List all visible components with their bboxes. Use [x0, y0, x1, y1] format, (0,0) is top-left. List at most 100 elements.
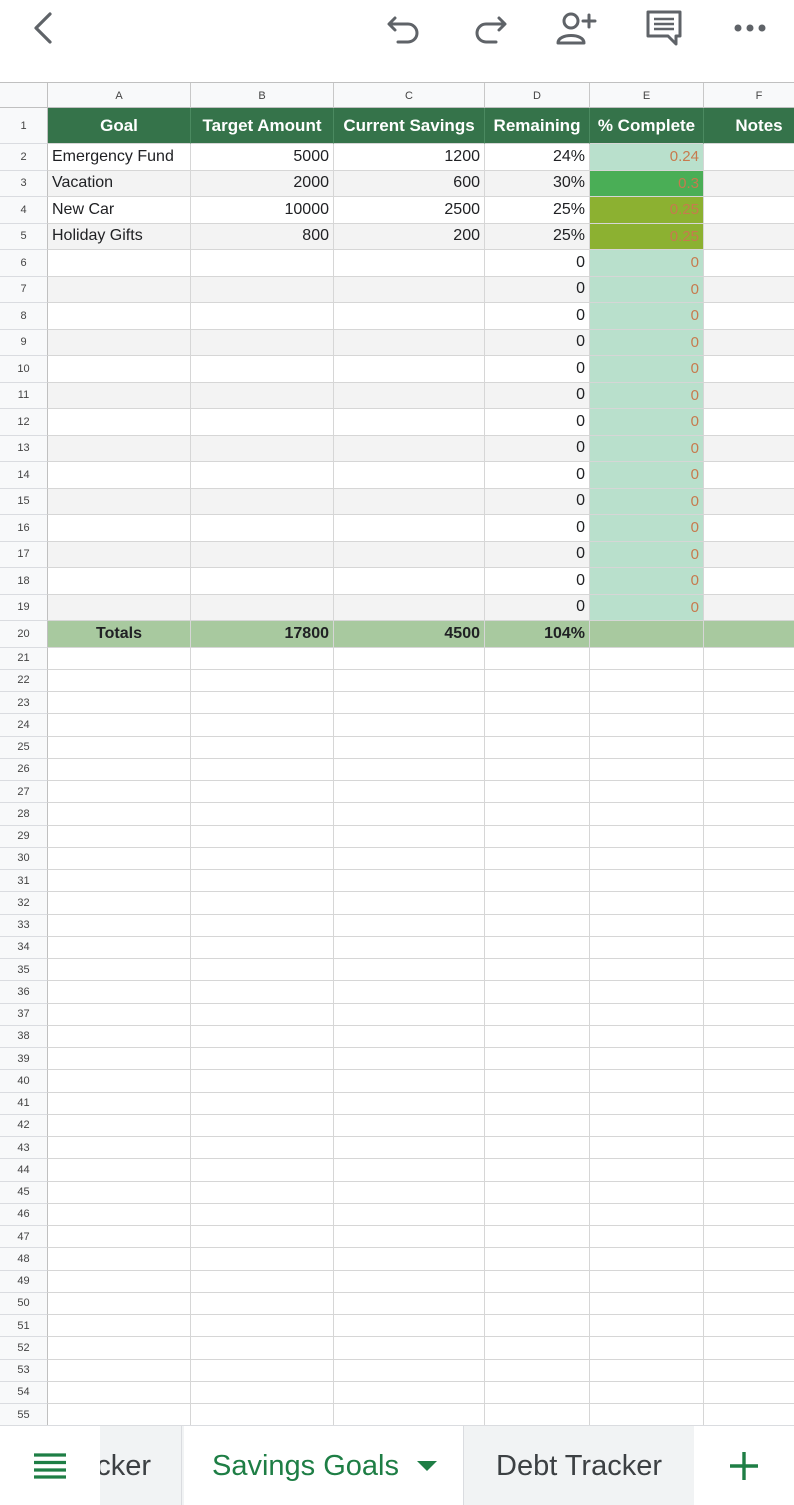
- empty-cell[interactable]: [48, 1359, 191, 1382]
- empty-cell[interactable]: [704, 959, 794, 982]
- empty-cell[interactable]: [334, 1092, 485, 1115]
- empty-cell[interactable]: [590, 1092, 704, 1115]
- empty-cell[interactable]: [191, 1248, 334, 1271]
- empty-cell[interactable]: [485, 870, 590, 893]
- cell-goal[interactable]: [48, 409, 191, 436]
- empty-cell[interactable]: [590, 1359, 704, 1382]
- empty-cell[interactable]: [590, 1315, 704, 1338]
- cell-current-savings[interactable]: [334, 303, 485, 330]
- cell-current-savings[interactable]: [334, 568, 485, 595]
- empty-cell[interactable]: [704, 981, 794, 1004]
- cell-target-amount[interactable]: [191, 409, 334, 436]
- cell-current-savings[interactable]: 1200: [334, 144, 485, 171]
- empty-cell[interactable]: [191, 1159, 334, 1182]
- row-header[interactable]: 38: [0, 1025, 48, 1048]
- cell-remaining[interactable]: 24%: [485, 144, 590, 171]
- empty-cell[interactable]: [704, 892, 794, 915]
- row-header[interactable]: 39: [0, 1048, 48, 1071]
- empty-cell[interactable]: [191, 959, 334, 982]
- row-header[interactable]: 9: [0, 329, 48, 356]
- empty-cell[interactable]: [590, 1181, 704, 1204]
- cell-remaining[interactable]: 25%: [485, 197, 590, 224]
- row-header[interactable]: 32: [0, 892, 48, 915]
- empty-cell[interactable]: [485, 892, 590, 915]
- cell-current-savings[interactable]: [334, 382, 485, 409]
- empty-cell[interactable]: [334, 1114, 485, 1137]
- empty-cell[interactable]: [191, 1114, 334, 1137]
- empty-cell[interactable]: [704, 870, 794, 893]
- empty-cell[interactable]: [48, 914, 191, 937]
- column-header-d[interactable]: D: [485, 83, 590, 108]
- empty-cell[interactable]: [704, 1026, 794, 1048]
- empty-cell[interactable]: [334, 1315, 485, 1338]
- cell-notes[interactable]: [704, 382, 794, 409]
- cell-target-amount[interactable]: [191, 329, 334, 356]
- select-all-corner[interactable]: [0, 83, 48, 108]
- cell-percent-complete[interactable]: 0: [590, 276, 704, 303]
- row-header[interactable]: 52: [0, 1337, 48, 1360]
- empty-cell[interactable]: [191, 758, 334, 781]
- row-header[interactable]: 55: [0, 1404, 48, 1425]
- row-header[interactable]: 30: [0, 847, 48, 870]
- empty-cell[interactable]: [704, 1404, 794, 1425]
- empty-cell[interactable]: [334, 825, 485, 848]
- empty-cell[interactable]: [590, 1025, 704, 1048]
- empty-cell[interactable]: [704, 848, 794, 870]
- empty-cell[interactable]: [48, 1292, 191, 1315]
- empty-cell[interactable]: [334, 1181, 485, 1204]
- row-header[interactable]: 37: [0, 1003, 48, 1026]
- cell-goal[interactable]: [48, 568, 191, 595]
- cell-current-savings[interactable]: [334, 515, 485, 542]
- empty-cell[interactable]: [590, 1137, 704, 1160]
- cell-goal[interactable]: [48, 276, 191, 303]
- column-header-a[interactable]: A: [48, 83, 191, 108]
- spreadsheet-grid[interactable]: A B C D E F 1 Goal Target Amount Current Sa…: [0, 82, 794, 1425]
- empty-cell[interactable]: [334, 914, 485, 937]
- cell-remaining[interactable]: 0: [485, 541, 590, 568]
- header-cell-notes[interactable]: Notes: [704, 108, 794, 144]
- empty-cell[interactable]: [191, 936, 334, 959]
- empty-cell[interactable]: [485, 736, 590, 759]
- empty-cell[interactable]: [48, 714, 191, 737]
- empty-cell[interactable]: [704, 1248, 794, 1271]
- cell-notes[interactable]: [704, 329, 794, 356]
- row-header[interactable]: 5: [0, 223, 48, 250]
- empty-cell[interactable]: [704, 1137, 794, 1160]
- cell-goal[interactable]: Holiday Gifts: [48, 223, 191, 250]
- cell-target-amount[interactable]: [191, 541, 334, 568]
- empty-cell[interactable]: [485, 1337, 590, 1360]
- row-header[interactable]: 21: [0, 647, 48, 670]
- empty-cell[interactable]: [191, 1003, 334, 1026]
- row-header[interactable]: 4: [0, 197, 48, 224]
- column-header-b[interactable]: B: [191, 83, 334, 108]
- cell-goal[interactable]: [48, 594, 191, 621]
- cell-percent-complete[interactable]: 0: [590, 250, 704, 277]
- empty-cell[interactable]: [485, 825, 590, 848]
- back-button[interactable]: [16, 6, 68, 50]
- empty-cell[interactable]: [48, 1048, 191, 1071]
- empty-cell[interactable]: [485, 1226, 590, 1249]
- empty-cell[interactable]: [485, 1003, 590, 1026]
- empty-cell[interactable]: [590, 981, 704, 1004]
- empty-cell[interactable]: [704, 781, 794, 804]
- cell-percent-complete[interactable]: 0: [590, 462, 704, 489]
- share-button[interactable]: [550, 6, 602, 50]
- cell-percent-complete[interactable]: 0.3: [590, 170, 704, 197]
- empty-cell[interactable]: [334, 1226, 485, 1249]
- cell-remaining[interactable]: 0: [485, 409, 590, 436]
- empty-cell[interactable]: [590, 1159, 704, 1182]
- empty-cell[interactable]: [48, 1381, 191, 1404]
- empty-cell[interactable]: [485, 781, 590, 804]
- row-header[interactable]: 25: [0, 736, 48, 759]
- cell-notes[interactable]: [704, 250, 794, 277]
- cell-percent-complete[interactable]: 0: [590, 329, 704, 356]
- cell-goal[interactable]: [48, 541, 191, 568]
- cell-current-savings[interactable]: 2500: [334, 197, 485, 224]
- row-header[interactable]: 28: [0, 803, 48, 826]
- empty-cell[interactable]: [485, 1070, 590, 1093]
- cell-current-savings[interactable]: 200: [334, 223, 485, 250]
- cell-current-savings[interactable]: 600: [334, 170, 485, 197]
- empty-cell[interactable]: [191, 1315, 334, 1338]
- empty-cell[interactable]: [485, 914, 590, 937]
- empty-cell[interactable]: [485, 714, 590, 737]
